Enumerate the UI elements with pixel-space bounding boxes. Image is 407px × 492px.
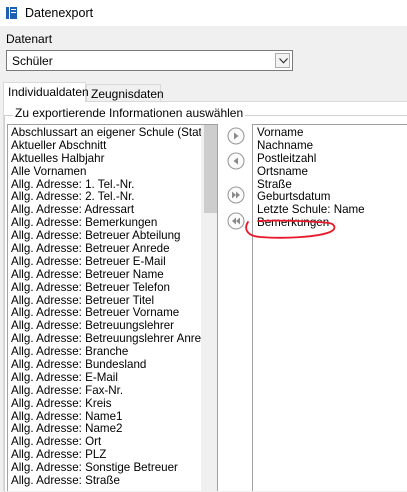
available-list-item[interactable]: Allg. Adresse: Kreis: [11, 397, 207, 411]
add-button[interactable]: [227, 127, 245, 145]
add-all-button[interactable]: [227, 186, 245, 204]
arrow-left-icon: [227, 152, 245, 170]
available-fields-list[interactable]: Abschlussart an eigener Schule (Statisti…: [7, 124, 218, 491]
scrollbar-thumb[interactable]: [204, 125, 217, 213]
available-list-item[interactable]: Allg. Adresse: E-Mail: [11, 371, 207, 385]
selected-list-item[interactable]: Ortsname: [257, 165, 365, 179]
available-list-item[interactable]: Allg. Adresse: Betreuer Anrede: [11, 242, 207, 256]
available-list-item[interactable]: Alle Vornamen: [11, 165, 207, 179]
available-list-item[interactable]: Aktueller Abschnitt: [11, 139, 207, 153]
remove-button[interactable]: [227, 152, 245, 170]
available-list-item[interactable]: Allg. Adresse: Betreuer Telefon: [11, 281, 207, 295]
dropdown-button[interactable]: [275, 53, 290, 68]
tab-strip: Individualdaten Zeugnisdaten: [0, 82, 407, 102]
app-icon: [6, 7, 17, 19]
available-list-item[interactable]: Allg. Adresse: Betreuer Name: [11, 268, 207, 282]
selected-fields-list[interactable]: Vorname Nachname Postleitzahl Ortsname Straß…: [252, 124, 407, 491]
datenart-value: Schüler: [12, 54, 53, 68]
selected-list-item[interactable]: Postleitzahl: [257, 152, 365, 166]
available-list-item[interactable]: Abschlussart an eigener Schule (Statisti…: [11, 127, 207, 140]
available-list-item[interactable]: Allg. Adresse: Betreuer E-Mail: [11, 255, 207, 269]
annotation-circle: [245, 219, 336, 239]
chevron-down-icon: [279, 58, 288, 64]
arrow-right-icon: [227, 127, 245, 145]
tab-zeugnisdaten[interactable]: Zeugnisdaten: [86, 84, 164, 101]
vertical-scrollbar[interactable]: [201, 125, 217, 491]
title-bar: Datenexport: [0, 0, 407, 26]
available-list-item[interactable]: Allg. Adresse: Straße: [11, 474, 207, 488]
available-list-item[interactable]: Allg. Adresse: Fax-Nr.: [11, 384, 207, 398]
available-list-item[interactable]: Allg. Adresse: Bundesland: [11, 358, 207, 372]
double-arrow-right-icon: [227, 186, 245, 204]
group-legend: Zu exportierende Informationen auswählen: [13, 106, 246, 120]
available-list-item[interactable]: Aktuelles Halbjahr: [11, 152, 207, 166]
tab-individualdaten[interactable]: Individualdaten: [3, 82, 89, 102]
available-items: Abschlussart an eigener Schule (Statisti…: [11, 127, 207, 488]
datenart-label: Datenart: [6, 32, 53, 46]
window-title: Datenexport: [25, 6, 94, 20]
selected-list-item[interactable]: Vorname: [257, 126, 365, 140]
selected-list-item[interactable]: Nachname: [257, 139, 365, 153]
datenart-select[interactable]: Schüler: [6, 50, 293, 71]
